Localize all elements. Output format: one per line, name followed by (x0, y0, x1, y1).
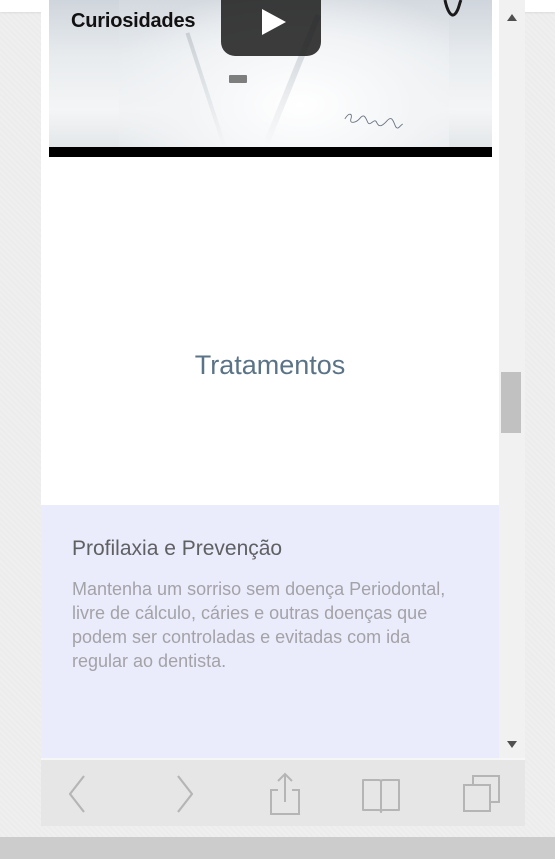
share-button[interactable] (265, 772, 305, 816)
bookmarks-icon (362, 779, 400, 813)
mobile-browser-frame: Curiosidades Tratamentos Profilaxia e Pr… (41, 0, 525, 826)
tabs-button[interactable] (461, 772, 501, 816)
vertical-scrollbar[interactable] (499, 0, 525, 758)
scrollbar-thumb[interactable] (501, 372, 521, 433)
browser-toolbar (41, 760, 525, 826)
treatment-card: Profilaxia e Prevenção Mantenha um sorri… (41, 505, 499, 758)
video-embed[interactable]: Curiosidades (49, 0, 492, 157)
bottom-strip (0, 837, 555, 859)
web-viewport[interactable]: Curiosidades Tratamentos Profilaxia e Pr… (41, 0, 499, 758)
video-thumbnail-badge (229, 75, 247, 83)
scroll-up-arrow-icon[interactable] (507, 14, 517, 21)
thumbnail-squiggle-graphic (443, 0, 463, 17)
bookmarks-button[interactable] (361, 772, 401, 816)
forward-icon (177, 775, 194, 813)
tabs-icon (463, 775, 500, 812)
card-title: Profilaxia e Prevenção (72, 537, 283, 560)
scroll-down-arrow-icon[interactable] (507, 741, 517, 748)
back-icon (68, 775, 85, 813)
video-bottom-bar (49, 147, 492, 157)
video-title: Curiosidades (71, 10, 196, 32)
back-button[interactable] (57, 772, 97, 816)
forward-button[interactable] (165, 772, 205, 816)
play-button[interactable] (221, 0, 321, 56)
share-icon (270, 772, 300, 815)
card-description: Mantenha um sorriso sem doença Periodont… (72, 579, 446, 671)
section-heading-tratamentos: Tratamentos (194, 350, 346, 380)
play-icon (262, 9, 286, 35)
